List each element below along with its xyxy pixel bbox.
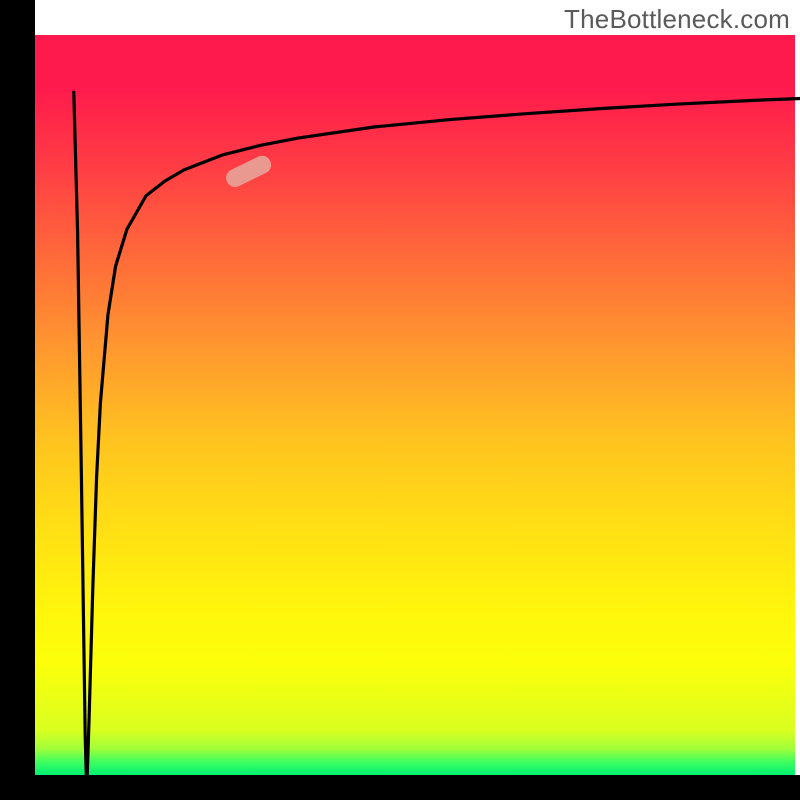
heat-gradient-background [35, 35, 795, 775]
x-axis [0, 775, 800, 800]
plot-area [35, 35, 795, 775]
chart-container: TheBottleneck.com [0, 0, 800, 800]
y-axis [0, 0, 35, 800]
watermark-text: TheBottleneck.com [564, 4, 790, 35]
